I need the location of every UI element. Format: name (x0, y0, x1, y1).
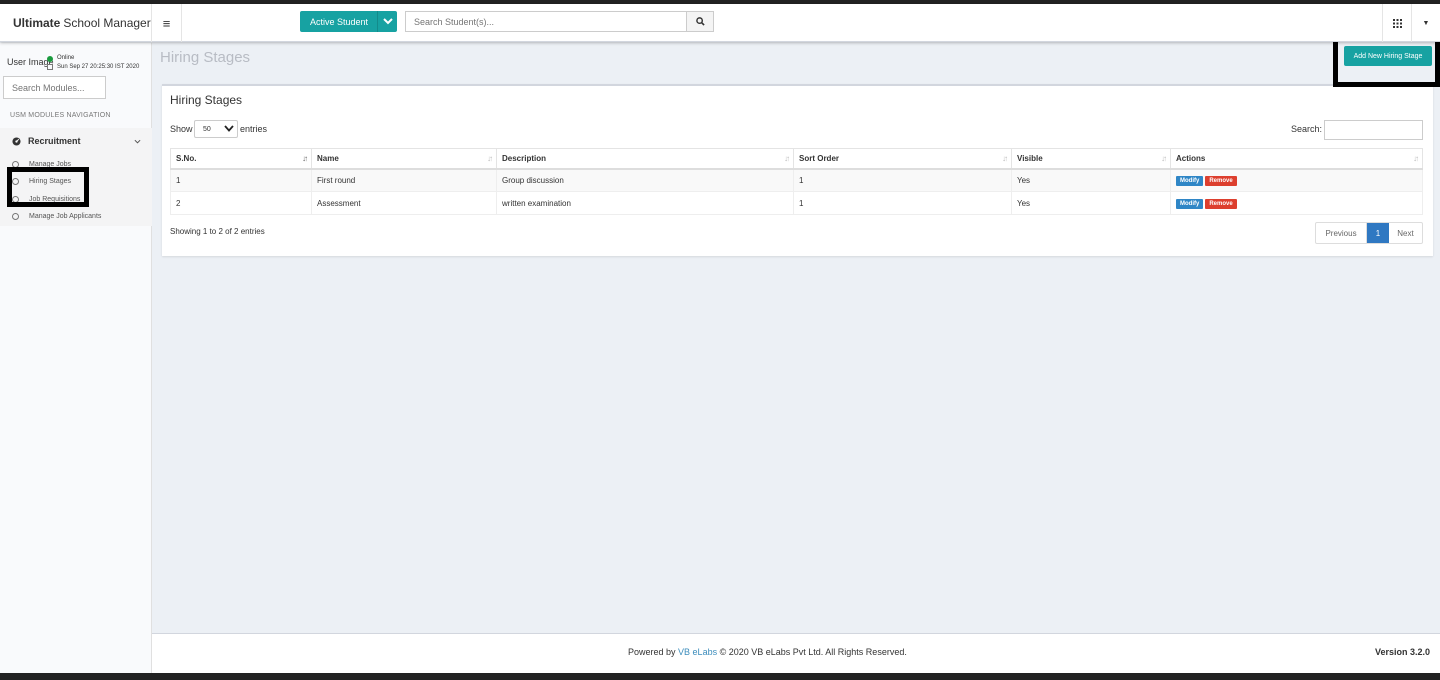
cell-name: Assessment (311, 191, 497, 215)
chevron-down-icon (134, 136, 141, 146)
user-menu-dropdown[interactable]: ▼ (1411, 4, 1440, 42)
brand-logo[interactable]: Ultimate School Manager (0, 4, 152, 42)
table-info: Showing 1 to 2 of 2 entries (170, 227, 265, 236)
table-search-input[interactable] (1324, 120, 1423, 140)
table-row: 2 Assessment written examination 1 Yes M… (170, 191, 1423, 215)
footer-credit: Powered by VB eLabs © 2020 VB eLabs Pvt … (628, 647, 907, 657)
remove-button[interactable]: Remove (1205, 175, 1237, 186)
page-length-value: 50 (203, 125, 211, 133)
hiring-stages-box: Hiring Stages Show 50 entries Search: S.… (162, 84, 1433, 256)
column-header-name[interactable]: Name ↓↑ (311, 148, 497, 170)
chevron-down-icon (377, 11, 397, 32)
cell-visible: Yes (1011, 191, 1171, 215)
hiring-stages-table: S.No. ↓↑ Name ↓↑ Description ↓↑ Sort Order ↓… (170, 148, 1423, 215)
copyright: © 2020 VB eLabs Pvt Ltd. All Rights Rese… (719, 647, 907, 657)
column-header-sort-order[interactable]: Sort Order ↓↑ (793, 148, 1012, 170)
sort-icon: ↓↑ (784, 154, 790, 163)
caret-down-icon: ▼ (1422, 19, 1430, 27)
online-status-icon (47, 56, 53, 62)
cell-sort-order: 1 (793, 191, 1012, 215)
brand-rest: School Manager (63, 16, 151, 30)
footer: Powered by VB eLabs © 2020 VB eLabs Pvt … (152, 633, 1440, 673)
column-label: Name (317, 153, 339, 163)
cell-visible: Yes (1011, 168, 1171, 192)
version-label: Version 3.2.0 (1374, 647, 1430, 657)
active-student-label: Active Student (310, 16, 369, 27)
sort-icon: ↓↑ (1413, 154, 1419, 163)
sort-icon: ↓↑ (487, 154, 493, 163)
sidebar-toggle-button[interactable]: ≡ (152, 4, 182, 42)
modify-button[interactable]: Modify (1176, 198, 1204, 209)
apps-grid-button[interactable] (1382, 4, 1411, 42)
cell-sno: 1 (170, 168, 312, 192)
user-panel: User Image Online Sun Sep 27 20:25:30 IS… (7, 55, 152, 75)
show-label: Show (170, 124, 193, 134)
module-search-input[interactable] (3, 76, 106, 99)
powered-by: Powered by (628, 647, 676, 657)
column-label: Sort Order (799, 153, 840, 163)
student-search-button[interactable] (686, 11, 714, 32)
sort-ascending-icon: ↓↑ (302, 154, 308, 163)
column-label: S.No. (176, 153, 197, 163)
page-length-select[interactable]: 50 (194, 120, 238, 138)
cell-sort-order: 1 (793, 168, 1012, 192)
table-header-row: S.No. ↓↑ Name ↓↑ Description ↓↑ Sort Order ↓… (170, 148, 1423, 170)
column-header-visible[interactable]: Visible ↓↑ (1011, 148, 1171, 170)
highlight-frame-hiring-stages (7, 167, 89, 207)
search-label: Search: (1291, 124, 1323, 134)
column-label: Visible (1017, 153, 1043, 163)
pagination-previous[interactable]: Previous (1316, 223, 1367, 243)
active-student-dropdown[interactable]: Active Student (300, 11, 397, 32)
cell-actions: Modify Remove (1170, 191, 1423, 215)
modify-button[interactable]: Modify (1176, 175, 1204, 186)
cell-description: written examination (496, 191, 794, 215)
nav-header: USM MODULES NAVIGATION (10, 112, 111, 119)
entries-label: entries (240, 124, 268, 134)
brand-bold: Ultimate (13, 16, 61, 30)
cell-name: First round (311, 168, 497, 192)
column-header-description[interactable]: Description ↓↑ (496, 148, 794, 170)
cell-sno: 2 (170, 191, 312, 215)
page-title: Hiring Stages (160, 49, 251, 66)
sidebar: User Image Online Sun Sep 27 20:25:30 IS… (0, 43, 152, 673)
online-status: Online (57, 55, 75, 61)
gauge-icon (12, 136, 22, 146)
hamburger-icon: ≡ (162, 15, 171, 31)
circle-icon (12, 212, 19, 220)
table-row: 1 First round Group discussion 1 Yes Mod… (170, 168, 1423, 192)
column-label: Actions (1176, 153, 1206, 163)
grid-icon (1392, 18, 1402, 28)
sidebar-group-label: Recruitment (28, 136, 81, 146)
sort-icon: ↓↑ (1002, 154, 1008, 163)
student-search-input[interactable] (405, 11, 687, 32)
sidebar-item-recruitment[interactable]: Recruitment (0, 128, 152, 154)
calendar-icon (47, 64, 53, 70)
pagination-page[interactable]: 1 (1367, 223, 1389, 243)
bottom-border (0, 673, 1440, 680)
company-link[interactable]: VB eLabs (678, 647, 717, 657)
box-title: Hiring Stages (170, 93, 243, 107)
pagination-next[interactable]: Next (1389, 223, 1422, 243)
column-header-sno[interactable]: S.No. ↓↑ (170, 148, 312, 170)
search-icon (695, 17, 705, 26)
sidebar-item-manage-job-applicants[interactable]: Manage Job Applicants (12, 209, 147, 223)
column-header-actions[interactable]: Actions ↓↑ (1170, 148, 1423, 170)
current-datetime: Sun Sep 27 20:25:30 IST 2020 (57, 64, 140, 70)
cell-description: Group discussion (496, 168, 794, 192)
column-label: Description (502, 153, 547, 163)
top-header: Ultimate School Manager ≡ Active Student… (0, 4, 1440, 42)
pagination: Previous 1 Next (1315, 222, 1423, 244)
sort-icon: ↓↑ (1161, 154, 1167, 163)
remove-button[interactable]: Remove (1205, 198, 1237, 209)
sidebar-item-label: Manage Job Applicants (29, 212, 102, 220)
cell-actions: Modify Remove (1170, 168, 1423, 192)
chevron-down-icon (224, 124, 234, 135)
